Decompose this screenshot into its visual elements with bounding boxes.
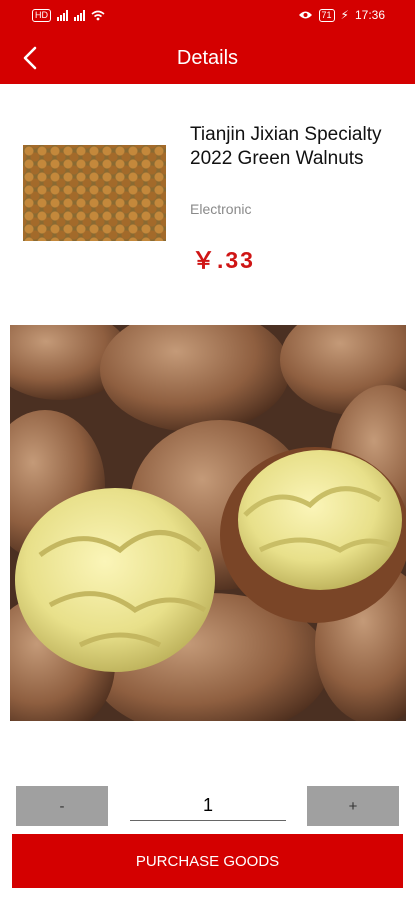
status-right: 71 ⚡ 17:36 <box>298 8 385 22</box>
page-title: Details <box>176 47 239 69</box>
product-name: Tianjin Jixian Specialty 2022 Green Waln… <box>190 124 382 169</box>
product-type: Electronic <box>190 201 252 217</box>
status-time: 17:36 <box>354 8 385 22</box>
hd-badge: HD <box>32 9 51 22</box>
purchase-goods-button[interactable]: PURCHASE GOODS <box>12 834 403 888</box>
product-price: ￥.33 <box>192 247 255 273</box>
charging-icon: ⚡ <box>340 8 349 22</box>
signal-icon-2 <box>74 10 85 21</box>
walnut-illustration <box>10 325 406 721</box>
quantity-input[interactable] <box>130 790 286 821</box>
signal-icon <box>57 10 68 21</box>
decrease-quantity-button[interactable]: - <box>16 786 108 826</box>
product-image <box>10 325 406 721</box>
status-bar: HD 71 ⚡ 17:36 <box>0 0 415 32</box>
battery-icon: 71 <box>318 8 335 22</box>
wifi-icon <box>91 10 105 21</box>
status-left: HD <box>32 9 105 22</box>
top-app-bar: Details <box>0 32 415 84</box>
increase-quantity-button[interactable]: + <box>307 786 399 826</box>
eye-icon <box>298 11 312 19</box>
product-thumbnail <box>23 145 166 241</box>
